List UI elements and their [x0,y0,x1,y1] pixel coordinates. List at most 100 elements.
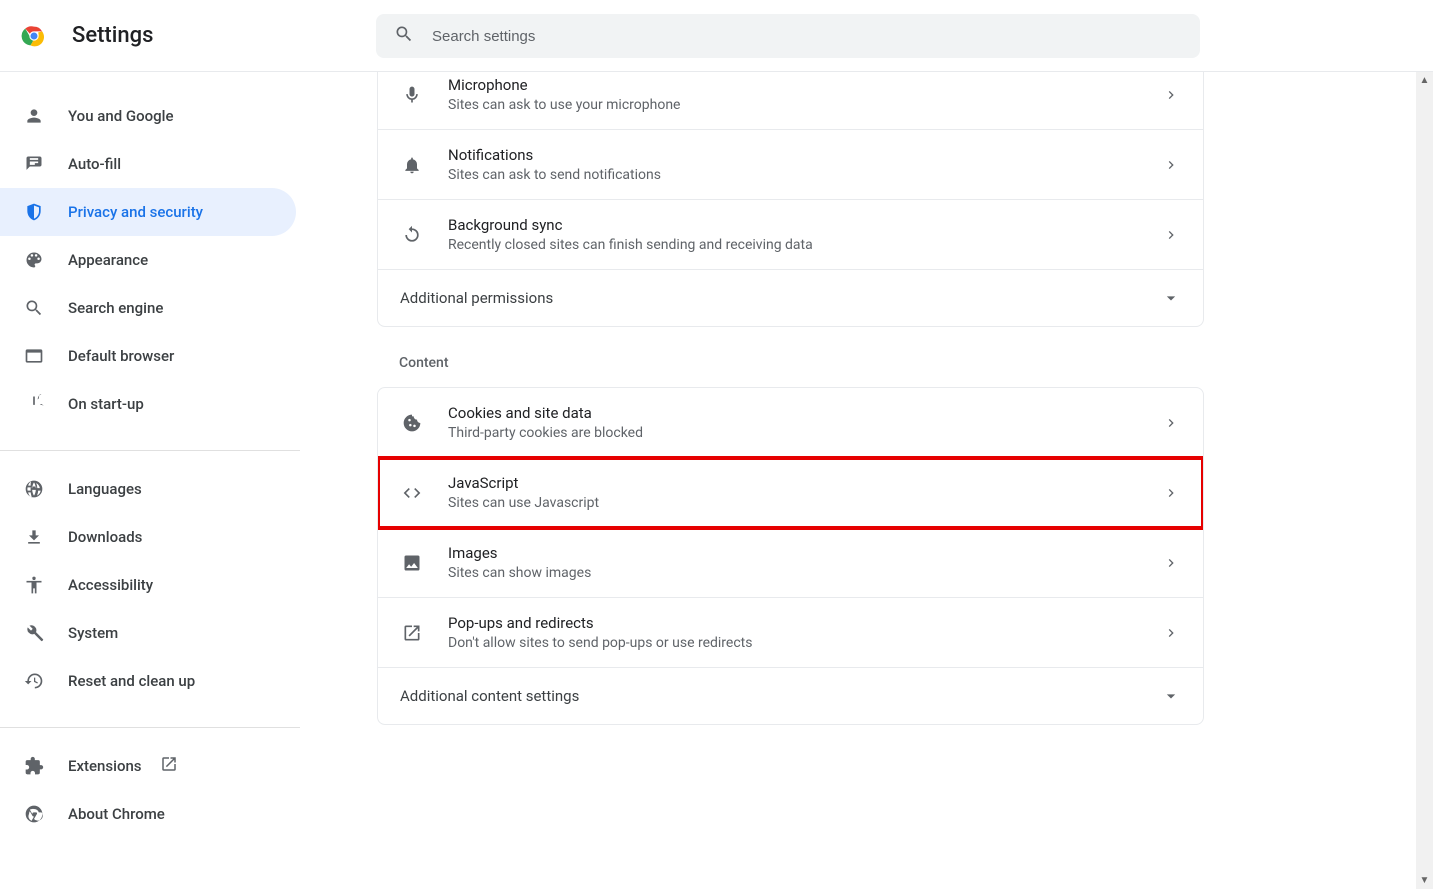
permissions-card: Microphone Sites can ask to use your mic… [377,72,1204,327]
palette-icon [24,250,44,270]
sidebar-item-label: Default browser [68,347,174,365]
scroll-up-icon[interactable]: ▲ [1420,72,1430,89]
sidebar-item-label: Accessibility [68,576,153,594]
row-title: Microphone [448,76,1161,94]
main-content: Microphone Sites can ask to use your mic… [300,72,1433,889]
row-additional-permissions[interactable]: Additional permissions [378,270,1203,326]
sidebar-item-label: Auto-fill [68,155,121,173]
wrench-icon [24,623,44,643]
sidebar-item-languages[interactable]: Languages [0,465,296,513]
cookie-icon [400,413,424,433]
sidebar-item-autofill[interactable]: Auto-fill [0,140,296,188]
sidebar-item-privacy[interactable]: Privacy and security [0,188,296,236]
chevron-right-icon [1161,485,1181,501]
search-container[interactable] [376,14,1200,58]
image-icon [400,553,424,573]
search-icon [24,298,44,318]
content-heading: Content [377,355,1204,387]
scroll-down-icon[interactable]: ▼ [1420,872,1430,889]
sidebar-divider [0,727,300,728]
row-title: Additional permissions [400,289,1161,307]
sidebar-item-label: Extensions [68,757,142,775]
accessibility-icon [24,575,44,595]
bell-icon [400,155,424,175]
mic-icon [400,85,424,105]
row-microphone[interactable]: Microphone Sites can ask to use your mic… [378,72,1203,130]
person-icon [24,106,44,126]
app-header: Settings [0,0,1433,72]
sidebar-item-label: Reset and clean up [68,672,195,690]
power-icon [24,394,44,414]
page-title: Settings [72,23,153,48]
scrollbar[interactable]: ▲ ▼ [1416,72,1433,889]
settings-sidebar: You and Google Auto-fill Privacy and sec… [0,72,300,889]
row-sub: Sites can use Javascript [448,495,1161,511]
sidebar-item-label: Downloads [68,528,142,546]
autofill-icon [24,154,44,174]
chrome-logo-icon [20,22,48,50]
row-title: Pop-ups and redirects [448,614,1161,632]
globe-icon [24,479,44,499]
row-sub: Sites can ask to send notifications [448,167,1161,183]
sidebar-item-you-and-google[interactable]: You and Google [0,92,296,140]
chevron-down-icon [1161,686,1181,706]
row-background-sync[interactable]: Background sync Recently closed sites ca… [378,200,1203,270]
row-notifications[interactable]: Notifications Sites can ask to send noti… [378,130,1203,200]
browser-icon [24,346,44,366]
search-input[interactable] [432,28,1200,45]
sidebar-item-label: Search engine [68,299,163,317]
sidebar-item-label: Appearance [68,251,148,269]
content-card: Cookies and site data Third-party cookie… [377,387,1204,725]
sidebar-item-reset[interactable]: Reset and clean up [0,657,296,705]
row-cookies[interactable]: Cookies and site data Third-party cookie… [378,388,1203,458]
code-icon [400,483,424,503]
sidebar-item-accessibility[interactable]: Accessibility [0,561,296,609]
sync-icon [400,225,424,245]
row-title: Notifications [448,146,1161,164]
chevron-down-icon [1161,288,1181,308]
sidebar-item-extensions[interactable]: Extensions [0,742,296,790]
sidebar-item-downloads[interactable]: Downloads [0,513,296,561]
sidebar-item-system[interactable]: System [0,609,296,657]
row-sub: Sites can show images [448,565,1161,581]
chrome-icon [24,804,44,824]
row-sub: Third-party cookies are blocked [448,425,1161,441]
row-additional-content[interactable]: Additional content settings [378,668,1203,724]
chevron-right-icon [1161,625,1181,641]
chevron-right-icon [1161,415,1181,431]
row-popups[interactable]: Pop-ups and redirects Don't allow sites … [378,598,1203,668]
chevron-right-icon [1161,157,1181,173]
chevron-right-icon [1161,87,1181,103]
row-sub: Recently closed sites can finish sending… [448,237,1161,253]
chevron-right-icon [1161,227,1181,243]
row-sub: Don't allow sites to send pop-ups or use… [448,635,1161,651]
download-icon [24,527,44,547]
shield-icon [24,202,44,222]
sidebar-item-on-startup[interactable]: On start-up [0,380,296,428]
row-title: Additional content settings [400,687,1161,705]
sidebar-item-label: Languages [68,480,142,498]
launch-icon [160,755,178,777]
sidebar-item-search-engine[interactable]: Search engine [0,284,296,332]
search-icon [394,24,414,48]
sidebar-item-appearance[interactable]: Appearance [0,236,296,284]
sidebar-item-label: Privacy and security [68,203,203,221]
row-title: JavaScript [448,474,1161,492]
row-title: Images [448,544,1161,562]
sidebar-item-label: System [68,624,118,642]
row-title: Background sync [448,216,1161,234]
chevron-right-icon [1161,555,1181,571]
sidebar-divider [0,450,300,451]
restore-icon [24,671,44,691]
launch-icon [400,623,424,643]
row-images[interactable]: Images Sites can show images [378,528,1203,598]
row-sub: Sites can ask to use your microphone [448,97,1161,113]
row-title: Cookies and site data [448,404,1161,422]
sidebar-item-label: On start-up [68,395,144,413]
sidebar-item-label: About Chrome [68,805,165,823]
sidebar-item-about-chrome[interactable]: About Chrome [0,790,296,838]
sidebar-item-label: You and Google [68,107,173,125]
extension-icon [24,756,44,776]
row-javascript[interactable]: JavaScript Sites can use Javascript [378,458,1203,528]
sidebar-item-default-browser[interactable]: Default browser [0,332,296,380]
